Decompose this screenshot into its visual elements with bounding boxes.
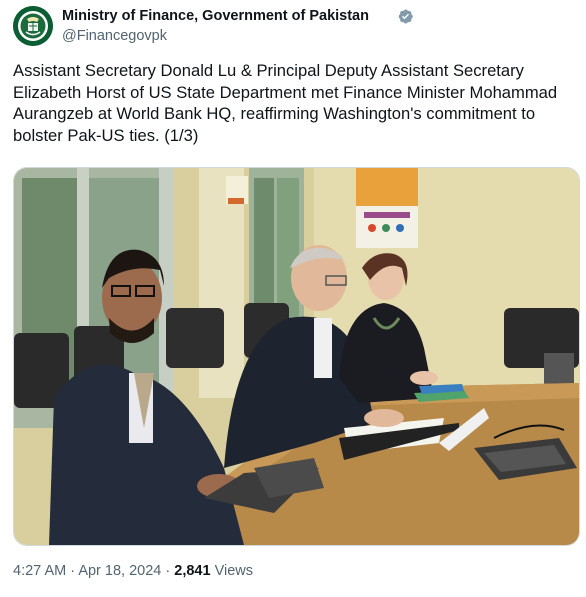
tweet-date[interactable]: Apr 18, 2024	[78, 563, 161, 579]
meta-separator: ·	[70, 563, 76, 579]
tweet-header: Ministry of Finance, Government of Pakis…	[13, 6, 573, 46]
author-name[interactable]: Ministry of Finance, Government of Pakis…	[62, 8, 369, 24]
meeting-photo	[14, 168, 579, 545]
tweet-photo[interactable]	[13, 167, 580, 546]
views-label: Views	[214, 563, 254, 579]
views-count: 2,841	[174, 563, 211, 579]
emblem-icon	[13, 6, 53, 46]
tweet-text: Assistant Secretary Donald Lu & Principa…	[13, 61, 558, 145]
tweet-meta: 4:27 AM · Apr 18, 2024 · 2,841 Views	[13, 563, 253, 579]
tweet-time[interactable]: 4:27 AM	[13, 563, 66, 579]
verified-badge-icon[interactable]	[397, 8, 414, 25]
author-handle[interactable]: @Financegovpk	[62, 28, 167, 44]
tweet: Ministry of Finance, Government of Pakis…	[0, 0, 586, 597]
meta-separator: ·	[165, 563, 171, 579]
avatar[interactable]	[13, 6, 53, 46]
